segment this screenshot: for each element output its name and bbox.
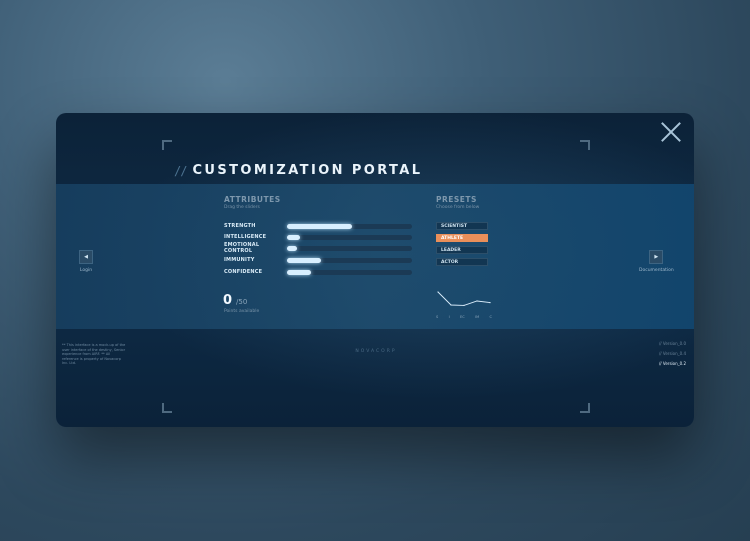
sparkline-series	[437, 291, 491, 306]
attribute-row: EMOTIONAL CONTROL	[224, 242, 412, 254]
attribute-slider[interactable]	[287, 269, 412, 275]
preset-button[interactable]: ACTOR	[436, 258, 488, 266]
sparkline-point	[476, 300, 478, 302]
attribute-row: IMMUNITY	[224, 256, 412, 264]
attribute-slider-fill[interactable]	[287, 234, 300, 240]
close-icon[interactable]	[660, 121, 682, 143]
nav-next[interactable]: ▶ Documentation	[639, 250, 674, 273]
attribute-label: IMMUNITY	[224, 257, 255, 263]
version-link[interactable]: // Version_0.4	[659, 349, 686, 359]
nav-next-label[interactable]: Documentation	[639, 268, 674, 273]
sparkline-point	[463, 304, 465, 306]
corner-bracket-top-right	[580, 140, 590, 150]
attributes-title: ATTRIBUTES	[224, 195, 281, 204]
attribute-slider-fill[interactable]	[287, 269, 311, 275]
arrow-left-icon[interactable]: ◀	[79, 250, 93, 264]
attribute-slider-fill[interactable]	[287, 245, 297, 251]
attribute-slider[interactable]	[287, 234, 412, 240]
title-prefix: //	[174, 163, 187, 178]
attribute-slider-fill[interactable]	[287, 257, 321, 263]
sparkline-point	[437, 291, 439, 293]
preset-button[interactable]: ATHLETE	[436, 234, 488, 242]
customization-panel: // CUSTOMIZATION PORTAL ◀ Login ▶ Docume…	[56, 113, 694, 427]
attribute-slider-fill[interactable]	[287, 223, 352, 229]
sparkline-tick-label: C	[489, 315, 492, 319]
corner-bracket-bottom-right	[580, 403, 590, 413]
title-text: CUSTOMIZATION PORTAL	[192, 163, 423, 178]
nav-prev[interactable]: ◀ Login	[79, 250, 93, 273]
page-title: // CUSTOMIZATION PORTAL	[174, 163, 422, 178]
attribute-slider[interactable]	[287, 223, 412, 229]
corner-bracket-top-left	[162, 140, 172, 150]
sparkline-point	[450, 304, 452, 306]
brand-logo: NOVACORP	[355, 349, 397, 354]
points-value: 0	[223, 293, 233, 308]
points-display: 0 /50	[223, 293, 247, 308]
nav-prev-label[interactable]: Login	[80, 268, 92, 273]
disclaimer-text: ** This interface is a mock-up of the us…	[62, 343, 126, 365]
attributes-subtitle: Drag the sliders	[224, 205, 260, 210]
points-total: /50	[236, 298, 248, 306]
sparkline-tick-label: EC	[460, 315, 465, 319]
sparkline-tick-label: I	[448, 315, 450, 319]
attribute-row: CONFIDENCE	[224, 268, 412, 276]
sparkline-axis: S I EC IM C	[436, 315, 492, 319]
version-link[interactable]: // Version_0.0	[659, 339, 686, 349]
sparkline-tick-label: S	[436, 315, 439, 319]
corner-bracket-bottom-left	[162, 403, 172, 413]
version-list: // Version_0.0 // Version_0.4 // Version…	[659, 339, 686, 369]
attribute-sparkline	[437, 291, 491, 306]
attribute-label: STRENGTH	[224, 223, 256, 229]
presets-subtitle: Choose from below	[436, 205, 480, 210]
attribute-row: INTELLIGENCE	[224, 233, 412, 241]
presets-title: PRESETS	[436, 195, 477, 204]
preset-button[interactable]: LEADER	[436, 246, 488, 254]
attribute-row: STRENGTH	[224, 222, 412, 230]
version-link[interactable]: // Version_0.2	[659, 359, 686, 369]
attribute-label: CONFIDENCE	[224, 269, 263, 275]
points-label: Points available	[224, 309, 260, 314]
attribute-slider[interactable]	[287, 257, 412, 263]
preset-button[interactable]: SCIENTIST	[436, 222, 488, 230]
attribute-label: INTELLIGENCE	[224, 234, 267, 240]
sparkline-tick-label: IM	[475, 315, 480, 319]
attribute-label: EMOTIONAL CONTROL	[224, 242, 260, 254]
arrow-right-icon[interactable]: ▶	[649, 250, 664, 264]
attribute-slider[interactable]	[287, 245, 412, 251]
sparkline-point	[489, 302, 491, 304]
